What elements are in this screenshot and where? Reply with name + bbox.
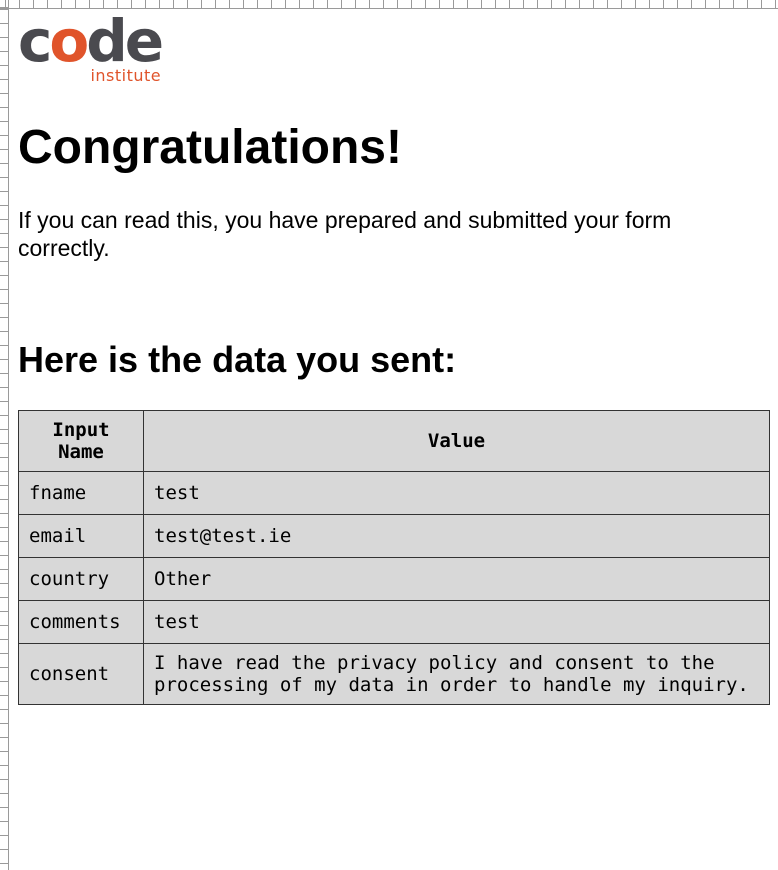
input-name-cell: fname bbox=[18, 471, 144, 515]
data-section-heading: Here is the data you sent: bbox=[18, 339, 457, 380]
input-name-cell: country bbox=[18, 557, 144, 601]
value-cell: test@test.ie bbox=[143, 514, 770, 558]
page-content: code institute Congratulations! If you c… bbox=[18, 7, 770, 705]
value-cell: Other bbox=[143, 557, 770, 601]
table-header-row: Input Name Value bbox=[18, 410, 770, 472]
header-input-name: Input Name bbox=[18, 410, 144, 472]
success-message: If you can read this, you have prepared … bbox=[18, 207, 672, 261]
header-value: Value bbox=[143, 410, 770, 472]
input-name-cell: email bbox=[18, 514, 144, 558]
table-row: email test@test.ie bbox=[18, 514, 770, 558]
value-cell: test bbox=[143, 600, 770, 644]
value-cell: I have read the privacy policy and conse… bbox=[143, 643, 770, 705]
table-row: country Other bbox=[18, 557, 770, 601]
submitted-data-table: Input Name Value fname test email test@t… bbox=[18, 410, 770, 705]
page-title: Congratulations! bbox=[18, 121, 402, 174]
input-name-cell: consent bbox=[18, 643, 144, 705]
logo-wordmark: code bbox=[18, 7, 164, 75]
table-row: fname test bbox=[18, 471, 770, 515]
code-institute-logo: code institute bbox=[18, 7, 164, 84]
ruled-left-edge bbox=[0, 0, 9, 870]
value-cell: test bbox=[143, 471, 770, 515]
table-row: comments test bbox=[18, 600, 770, 644]
input-name-cell: comments bbox=[18, 600, 144, 644]
table-row: consent I have read the privacy policy a… bbox=[18, 643, 770, 705]
